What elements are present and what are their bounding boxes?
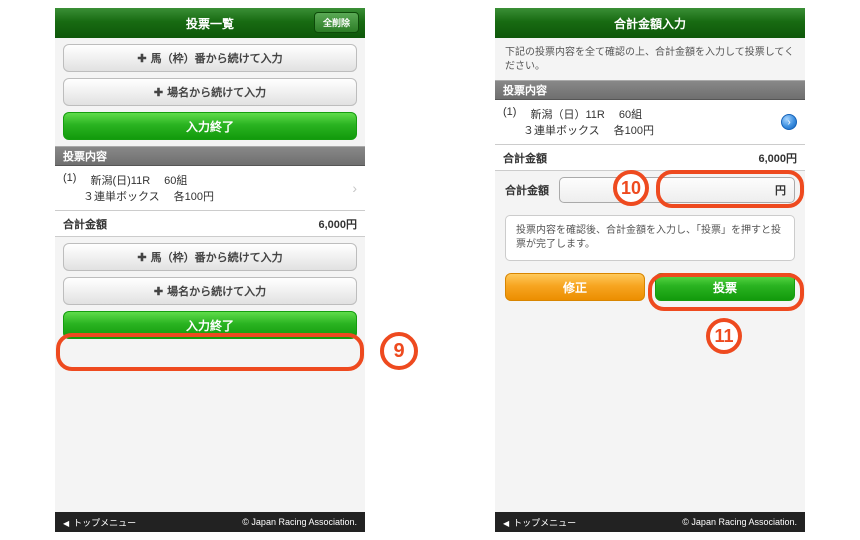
continue-from-place-button[interactable]: ✚ 場名から続けて入力: [63, 78, 357, 106]
copyright: © Japan Racing Association.: [682, 517, 797, 527]
continue-from-place-button-2[interactable]: ✚ 場名から続けて入力: [63, 277, 357, 305]
button-label: 馬（枠）番から続けて入力: [151, 249, 283, 265]
plus-icon: ✚: [137, 251, 146, 264]
amount-unit: 円: [775, 182, 786, 198]
footer-menu-label: トップメニュー: [73, 518, 136, 528]
button-label: 修正: [563, 279, 587, 296]
ticket-index: (1): [63, 172, 76, 188]
callout-number-10: 10: [613, 170, 649, 206]
continue-from-horse-button[interactable]: ✚ 馬（枠）番から続けて入力: [63, 44, 357, 72]
total-label: 合計金額: [63, 216, 107, 232]
triangle-left-icon: ◀: [503, 519, 509, 528]
header-title: 合計金額入力: [614, 15, 686, 32]
screen-body: ✚ 馬（枠）番から続けて入力 ✚ 場名から続けて入力 入力終了 投票内容 (1)…: [55, 38, 365, 512]
amount-input[interactable]: [568, 183, 769, 197]
instruction-text: 下記の投票内容を全て確認の上、合計金額を入力して投票してください。: [495, 38, 805, 80]
ticket-unit: 各100円: [174, 188, 214, 204]
total-value: 6,000円: [758, 150, 797, 166]
info-box: 投票内容を確認後、合計金額を入力し、「投票」を押すと投票が完了します。: [505, 215, 795, 261]
screen-body: 下記の投票内容を全て確認の上、合計金額を入力して投票してください。 投票内容 (…: [495, 38, 805, 512]
action-buttons: 修正 投票: [495, 267, 805, 307]
total-row: 合計金額 6,000円: [495, 145, 805, 171]
button-label: 場名から続けて入力: [167, 84, 266, 100]
chevron-right-icon: ›: [352, 180, 357, 196]
vote-button[interactable]: 投票: [655, 273, 795, 301]
fix-button[interactable]: 修正: [505, 273, 645, 301]
ticket-row[interactable]: (1) 新潟(日)11R 60組 ３連単ボックス 各100円 ›: [55, 166, 365, 211]
top-menu-link[interactable]: ◀ トップメニュー: [503, 516, 576, 529]
total-label: 合計金額: [503, 150, 547, 166]
plus-icon: ✚: [154, 285, 163, 298]
button-label: 入力終了: [186, 317, 234, 334]
triangle-left-icon: ◀: [63, 519, 69, 528]
header-bar: 投票一覧 全削除: [55, 8, 365, 38]
footer-bar: ◀ トップメニュー © Japan Racing Association.: [495, 512, 805, 532]
screen-total-amount: 合計金額入力 下記の投票内容を全て確認の上、合計金額を入力して投票してください。…: [495, 8, 805, 532]
amount-label: 合計金額: [505, 182, 549, 198]
callout-number-11: 11: [706, 318, 742, 354]
header-title: 投票一覧: [186, 15, 234, 32]
footer-menu-label: トップメニュー: [513, 518, 576, 528]
ticket-type: ３連単ボックス: [83, 188, 160, 204]
ticket-type: ３連単ボックス: [523, 122, 600, 138]
finish-input-button[interactable]: 入力終了: [63, 112, 357, 140]
top-menu-link[interactable]: ◀ トップメニュー: [63, 516, 136, 529]
button-label: 馬（枠）番から続けて入力: [151, 50, 283, 66]
plus-icon: ✚: [154, 86, 163, 99]
ticket-track: 新潟（日）11R: [530, 106, 604, 122]
ticket-row[interactable]: (1) 新潟（日）11R 60組 ３連単ボックス 各100円 ›: [495, 100, 805, 145]
finish-input-button-2[interactable]: 入力終了: [63, 311, 357, 339]
ticket-index: (1): [503, 106, 516, 122]
copyright: © Japan Racing Association.: [242, 517, 357, 527]
total-row: 合計金額 6,000円: [55, 211, 365, 237]
section-header-contents: 投票内容: [495, 80, 805, 100]
ticket-combo: 60組: [164, 172, 187, 188]
total-value: 6,000円: [318, 216, 357, 232]
button-label: 投票: [713, 279, 737, 296]
button-label: 場名から続けて入力: [167, 283, 266, 299]
section-header-contents: 投票内容: [55, 146, 365, 166]
continue-from-horse-button-2[interactable]: ✚ 馬（枠）番から続けて入力: [63, 243, 357, 271]
callout-number-9: 9: [380, 332, 418, 370]
ticket-unit: 各100円: [614, 122, 654, 138]
screen-ticket-list: 投票一覧 全削除 ✚ 馬（枠）番から続けて入力 ✚ 場名から続けて入力 入力終了…: [55, 8, 365, 532]
ticket-track: 新潟(日)11R: [90, 172, 150, 188]
header-bar: 合計金額入力: [495, 8, 805, 38]
ticket-combo: 60組: [619, 106, 642, 122]
delete-all-button[interactable]: 全削除: [314, 12, 359, 33]
footer-bar: ◀ トップメニュー © Japan Racing Association.: [55, 512, 365, 532]
button-label: 入力終了: [186, 118, 234, 135]
amount-input-wrap: 円: [559, 177, 795, 203]
amount-entry-row: 合計金額 円: [495, 171, 805, 209]
plus-icon: ✚: [137, 52, 146, 65]
arrow-right-icon: ›: [781, 114, 797, 130]
